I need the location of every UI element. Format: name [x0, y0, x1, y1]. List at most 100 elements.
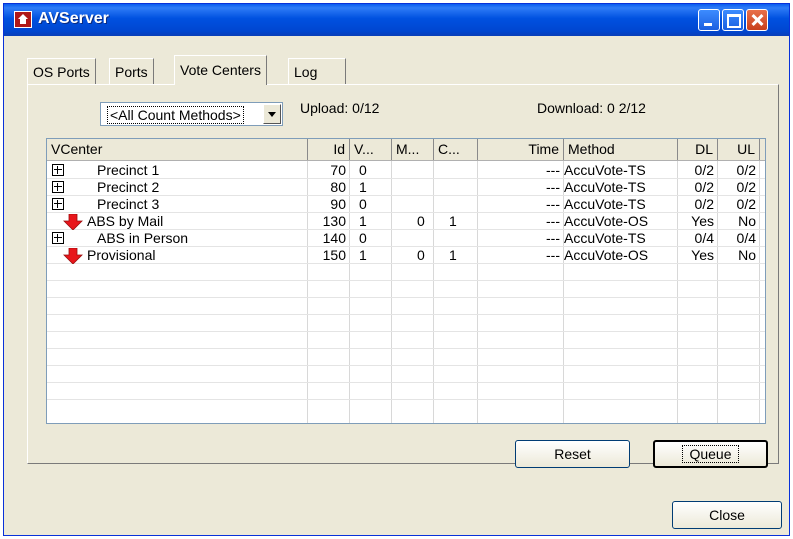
- c-cell: 1: [449, 247, 457, 263]
- upload-label: Upload:: [300, 100, 349, 116]
- m-cell: [392, 196, 434, 213]
- m-cell: 0: [417, 213, 425, 229]
- time-cell: ---: [546, 162, 560, 178]
- ul-cell: 0/4: [736, 230, 756, 246]
- method-cell: AccuVote-OS: [564, 247, 649, 263]
- c-cell: [434, 179, 478, 196]
- dl-cell: 0/2: [694, 196, 714, 212]
- red-down-arrow-icon: [63, 248, 83, 264]
- table-row[interactable]: Precinct 2 80 1 --- AccuVote-TS 0/2 0/2: [47, 179, 765, 196]
- vcenter-name: ABS by Mail: [87, 213, 164, 229]
- chevron-down-icon[interactable]: [263, 104, 281, 124]
- id-cell: 130: [322, 213, 346, 229]
- m-cell: [392, 162, 434, 179]
- v-cell: 0: [359, 196, 367, 212]
- vcenter-name: ABS in Person: [97, 230, 189, 246]
- time-cell: ---: [546, 213, 560, 229]
- vcenter-name: Precinct 3: [97, 196, 160, 212]
- c-cell: [434, 196, 478, 213]
- upload-value: 0/12: [352, 100, 380, 116]
- vote-centers-list[interactable]: VCenter Id V... M... C... Time Method DL…: [46, 138, 766, 424]
- queue-label: Queue: [682, 445, 739, 463]
- column-header-ul[interactable]: UL: [718, 139, 760, 160]
- table-row[interactable]: ABS by Mail 130 1 0 1 --- AccuVote-OS Ye…: [47, 213, 765, 230]
- column-header-id[interactable]: Id: [308, 139, 350, 160]
- tab-log[interactable]: Log: [288, 58, 346, 84]
- close-window-button[interactable]: [746, 9, 768, 31]
- reset-button[interactable]: Reset: [515, 440, 630, 468]
- method-cell: AccuVote-TS: [564, 179, 646, 195]
- close-button[interactable]: Close: [672, 501, 782, 529]
- c-cell: [434, 230, 478, 247]
- ul-cell: 0/2: [736, 162, 756, 178]
- v-cell: 1: [359, 247, 367, 263]
- dl-cell: 0/4: [694, 230, 714, 246]
- dl-cell: 0/2: [694, 179, 714, 195]
- id-cell: 80: [330, 179, 346, 195]
- id-cell: 90: [330, 196, 346, 212]
- tab-os-ports[interactable]: OS Ports: [27, 58, 96, 84]
- time-cell: ---: [546, 196, 560, 212]
- m-cell: [392, 230, 434, 247]
- table-row[interactable]: Precinct 3 90 0 --- AccuVote-TS 0/2 0/2: [47, 196, 765, 213]
- id-cell: 150: [322, 247, 346, 263]
- method-cell: AccuVote-TS: [564, 230, 646, 246]
- expand-icon[interactable]: [52, 181, 64, 193]
- c-cell: 1: [449, 213, 457, 229]
- column-header-time[interactable]: Time: [478, 139, 564, 160]
- download-label: Download:: [537, 100, 604, 116]
- dl-cell: Yes: [691, 213, 714, 229]
- c-cell: [434, 162, 478, 179]
- time-cell: ---: [546, 230, 560, 246]
- v-cell: 0: [359, 230, 367, 246]
- expand-icon[interactable]: [52, 232, 64, 244]
- vcenter-name: Precinct 2: [97, 179, 160, 195]
- m-cell: [392, 179, 434, 196]
- count-method-value: <All Count Methods>: [107, 106, 244, 124]
- ul-cell: No: [738, 247, 756, 263]
- time-cell: ---: [546, 179, 560, 195]
- title-bar[interactable]: AVServer: [4, 4, 789, 36]
- maximize-button[interactable]: [722, 9, 744, 31]
- tab-vote-centers[interactable]: Vote Centers: [174, 55, 267, 85]
- download-status: Download: 0 2/12: [537, 100, 646, 116]
- id-cell: 140: [322, 230, 346, 246]
- method-cell: AccuVote-TS: [564, 196, 646, 212]
- dl-cell: 0/2: [694, 162, 714, 178]
- window-title: AVServer: [38, 10, 109, 27]
- ul-cell: No: [738, 213, 756, 229]
- tab-ports[interactable]: Ports: [109, 58, 154, 84]
- v-cell: 0: [359, 162, 367, 178]
- red-down-arrow-icon: [63, 214, 83, 230]
- minimize-button[interactable]: [698, 9, 720, 31]
- column-header-dl[interactable]: DL: [678, 139, 718, 160]
- vcenter-name: Provisional: [87, 247, 156, 263]
- app-icon: [14, 11, 32, 28]
- table-row[interactable]: Precinct 1 70 0 --- AccuVote-TS 0/2 0/2: [47, 162, 765, 179]
- table-row[interactable]: Provisional 150 1 0 1 --- AccuVote-OS Ye…: [47, 247, 765, 264]
- method-cell: AccuVote-TS: [564, 162, 646, 178]
- v-cell: 1: [359, 179, 367, 195]
- upload-status: Upload: 0/12: [300, 100, 379, 116]
- count-method-select[interactable]: <All Count Methods>: [100, 102, 283, 126]
- dl-cell: Yes: [691, 247, 714, 263]
- list-header: VCenter Id V... M... C... Time Method DL…: [47, 139, 765, 161]
- column-header-method[interactable]: Method: [564, 139, 678, 160]
- table-row[interactable]: ABS in Person 140 0 --- AccuVote-TS 0/4 …: [47, 230, 765, 247]
- expand-icon[interactable]: [52, 164, 64, 176]
- column-header-m[interactable]: M...: [392, 139, 434, 160]
- ul-cell: 0/2: [736, 179, 756, 195]
- v-cell: 1: [359, 213, 367, 229]
- column-header-vcenter[interactable]: VCenter: [47, 139, 308, 160]
- method-cell: AccuVote-OS: [564, 213, 649, 229]
- download-value: 0 2/12: [607, 100, 646, 116]
- column-header-c[interactable]: C...: [434, 139, 478, 160]
- expand-icon[interactable]: [52, 198, 64, 210]
- id-cell: 70: [330, 162, 346, 178]
- vcenter-name: Precinct 1: [97, 162, 160, 178]
- column-header-v[interactable]: V...: [350, 139, 392, 160]
- time-cell: ---: [546, 247, 560, 263]
- queue-button[interactable]: Queue: [653, 440, 768, 468]
- ul-cell: 0/2: [736, 196, 756, 212]
- m-cell: 0: [417, 247, 425, 263]
